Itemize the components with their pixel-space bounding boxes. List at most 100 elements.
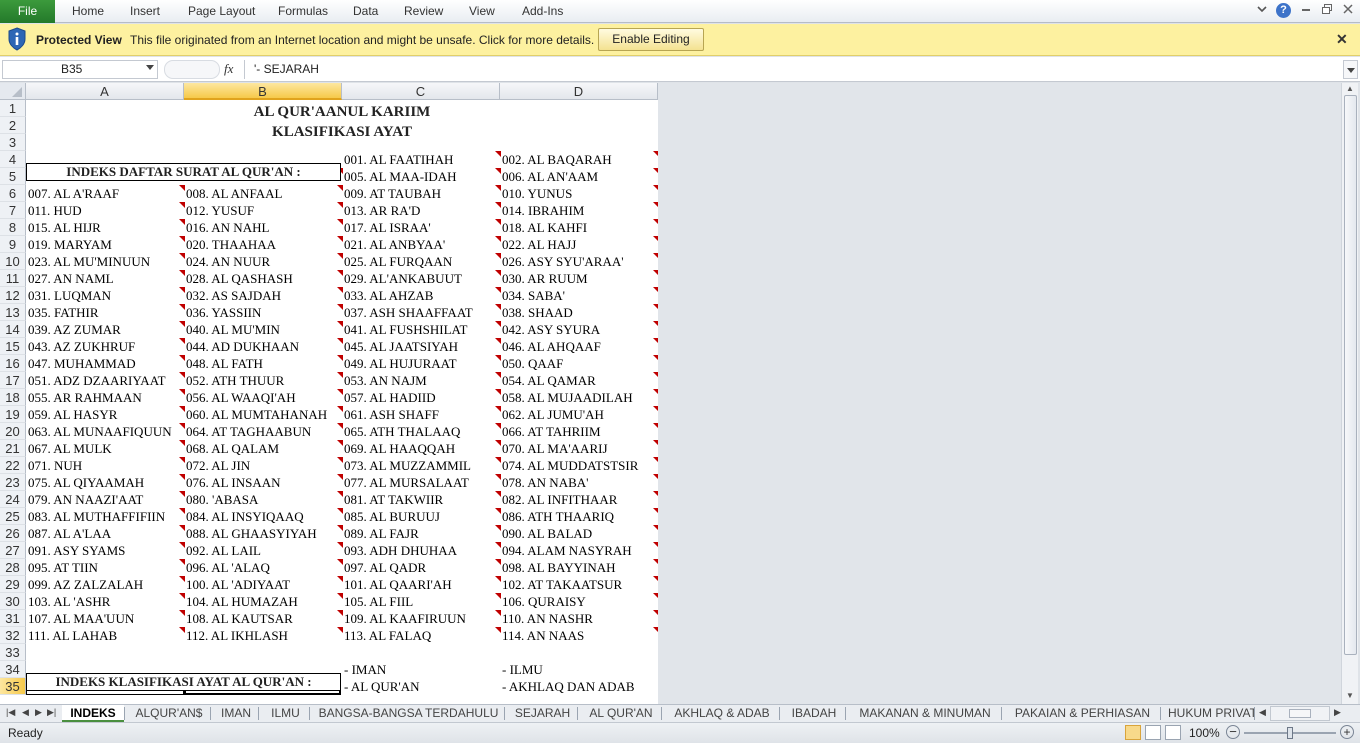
cell-b29[interactable]: 100. AL 'ADIYAAT	[186, 576, 290, 593]
cell-a25[interactable]: 083. AL MUTHAFFIFIIN	[28, 508, 165, 525]
zoom-out-button[interactable]: −	[1226, 725, 1240, 739]
cell-c17[interactable]: 053. AN NAJM	[344, 372, 427, 389]
comment-indicator-icon[interactable]	[179, 627, 185, 633]
comment-indicator-icon[interactable]	[337, 253, 343, 259]
cell-a32[interactable]: 111. AL LAHAB	[28, 627, 117, 644]
comment-indicator-icon[interactable]	[179, 287, 185, 293]
cell-d27[interactable]: 094. ALAM NASYRAH	[502, 542, 632, 559]
worksheet-grid[interactable]: A B C D 1 2 3 4 001. AL FAATIHAH 002. AL BAQA…	[0, 83, 658, 704]
sheet-tab-5[interactable]: BANGSA-BANGSA TERDAHULU	[313, 705, 504, 722]
tab-formulas[interactable]: Formulas	[278, 0, 328, 23]
sheet-tab-2[interactable]: ALQUR'AN$	[128, 705, 210, 722]
cell-c27[interactable]: 093. ADH DHUHAA	[344, 542, 457, 559]
cell-c31[interactable]: 109. AL KAAFIRUUN	[344, 610, 466, 627]
cell-a9[interactable]: 019. MARYAM	[28, 236, 112, 253]
column-header-d[interactable]: D	[500, 83, 658, 100]
comment-indicator-icon[interactable]	[495, 576, 501, 582]
cell-d28[interactable]: 098. AL BAYYINAH	[502, 559, 616, 576]
cell-a19[interactable]: 059. AL HASYR	[28, 406, 117, 423]
cell-c20[interactable]: 065. ATH THALAAQ	[344, 423, 460, 440]
cell-b27[interactable]: 092. AL LAIL	[186, 542, 261, 559]
row-header[interactable]: 34	[0, 661, 26, 678]
cell-b23[interactable]: 076. AL INSAAN	[186, 474, 281, 491]
row-header[interactable]: 33	[0, 644, 26, 661]
row-header[interactable]: 29	[0, 576, 26, 593]
normal-view-icon[interactable]	[1125, 725, 1141, 740]
cell-d6[interactable]: 010. YUNUS	[502, 185, 572, 202]
cell-c16[interactable]: 049. AL HUJURAAT	[344, 355, 457, 372]
cell-d25[interactable]: 086. ATH THAARIQ	[502, 508, 614, 525]
row-header[interactable]: 12	[0, 287, 26, 304]
comment-indicator-icon[interactable]	[495, 168, 501, 174]
cell-c22[interactable]: 073. AL MUZZAMMIL	[344, 457, 471, 474]
tab-data[interactable]: Data	[353, 0, 378, 23]
index-header-cell[interactable]: INDEKS DAFTAR SURAT AL QUR'AN :	[26, 163, 341, 181]
cell-d30[interactable]: 106. QURAISY	[502, 593, 586, 610]
cell-c35[interactable]: - AL QUR'AN	[344, 678, 420, 695]
comment-indicator-icon[interactable]	[337, 440, 343, 446]
cell-d32[interactable]: 114. AN NAAS	[502, 627, 584, 644]
sheet-tab-6[interactable]: SEJARAH	[508, 705, 577, 722]
cell-a24[interactable]: 079. AN NAAZI'AAT	[28, 491, 143, 508]
cell-d13[interactable]: 038. SHAAD	[502, 304, 573, 321]
cell-d12[interactable]: 034. SABA'	[502, 287, 565, 304]
cell-d26[interactable]: 090. AL BALAD	[502, 525, 592, 542]
comment-indicator-icon[interactable]	[179, 508, 185, 514]
cell-c34[interactable]: - IMAN	[344, 661, 386, 678]
sheet-tab-12[interactable]: HUKUM PRIVAT	[1164, 705, 1254, 722]
cell-c21[interactable]: 069. AL HAAQQAH	[344, 440, 455, 457]
row-header[interactable]: 21	[0, 440, 26, 457]
file-tab[interactable]: File	[0, 0, 55, 23]
cell-b30[interactable]: 104. AL HUMAZAH	[186, 593, 298, 610]
cell-c5[interactable]: 005. AL MAA-IDAH	[344, 168, 457, 185]
comment-indicator-icon[interactable]	[179, 355, 185, 361]
sheet-tab-1[interactable]: INDEKS	[62, 705, 124, 722]
cell-b19[interactable]: 060. AL MUMTAHANAH	[186, 406, 327, 423]
cell-a16[interactable]: 047. MUHAMMAD	[28, 355, 136, 372]
protected-view-message[interactable]: This file originated from an Internet lo…	[130, 33, 594, 47]
cell-c14[interactable]: 041. AL FUSHSHILAT	[344, 321, 467, 338]
comment-indicator-icon[interactable]	[337, 559, 343, 565]
comment-indicator-icon[interactable]	[495, 525, 501, 531]
cell-a8[interactable]: 015. AL HIJR	[28, 219, 101, 236]
comment-indicator-icon[interactable]	[337, 389, 343, 395]
cell-c9[interactable]: 021. AL ANBYAA'	[344, 236, 445, 253]
cell-c10[interactable]: 025. AL FURQAAN	[344, 253, 452, 270]
cell-d20[interactable]: 066. AT TAHRIIM	[502, 423, 601, 440]
row-header[interactable]: 15	[0, 338, 26, 355]
comment-indicator-icon[interactable]	[337, 304, 343, 310]
cell-c13[interactable]: 037. ASH SHAAFFAAT	[344, 304, 473, 321]
scroll-up-icon[interactable]: ▲	[1346, 84, 1354, 93]
cell-d7[interactable]: 014. IBRAHIM	[502, 202, 584, 219]
sheet-tab-7[interactable]: AL QUR'AN	[581, 705, 661, 722]
cell-b22[interactable]: 072. AL JIN	[186, 457, 250, 474]
comment-indicator-icon[interactable]	[495, 508, 501, 514]
comment-indicator-icon[interactable]	[337, 610, 343, 616]
cell-c25[interactable]: 085. AL BURUUJ	[344, 508, 440, 525]
comment-indicator-icon[interactable]	[179, 270, 185, 276]
comment-indicator-icon[interactable]	[179, 440, 185, 446]
comment-indicator-icon[interactable]	[495, 542, 501, 548]
tab-home[interactable]: Home	[72, 0, 104, 23]
cell-a26[interactable]: 087. AL A'LAA	[28, 525, 111, 542]
cell-d29[interactable]: 102. AT TAKAATSUR	[502, 576, 622, 593]
cell-d16[interactable]: 050. QAAF	[502, 355, 563, 372]
cell-a12[interactable]: 031. LUQMAN	[28, 287, 111, 304]
cell-d35[interactable]: - AKHLAQ DAN ADAB	[502, 678, 635, 695]
comment-indicator-icon[interactable]	[337, 542, 343, 548]
sheet-title-line-2[interactable]: KLASIFIKASI AYAT	[26, 122, 658, 142]
comment-indicator-icon[interactable]	[337, 338, 343, 344]
cell-c7[interactable]: 013. AR RA'D	[344, 202, 420, 219]
comment-indicator-icon[interactable]	[179, 185, 185, 191]
row-header[interactable]: 11	[0, 270, 26, 287]
row-header[interactable]: 4	[0, 151, 26, 168]
cell-b16[interactable]: 048. AL FATH	[186, 355, 263, 372]
protected-view-close-icon[interactable]: ✕	[1336, 31, 1348, 48]
comment-indicator-icon[interactable]	[495, 593, 501, 599]
cell-c29[interactable]: 101. AL QAARI'AH	[344, 576, 452, 593]
cell-a11[interactable]: 027. AN NAML	[28, 270, 114, 287]
column-header-a[interactable]: A	[26, 83, 184, 100]
comment-indicator-icon[interactable]	[179, 474, 185, 480]
comment-indicator-icon[interactable]	[337, 406, 343, 412]
comment-indicator-icon[interactable]	[337, 236, 343, 242]
